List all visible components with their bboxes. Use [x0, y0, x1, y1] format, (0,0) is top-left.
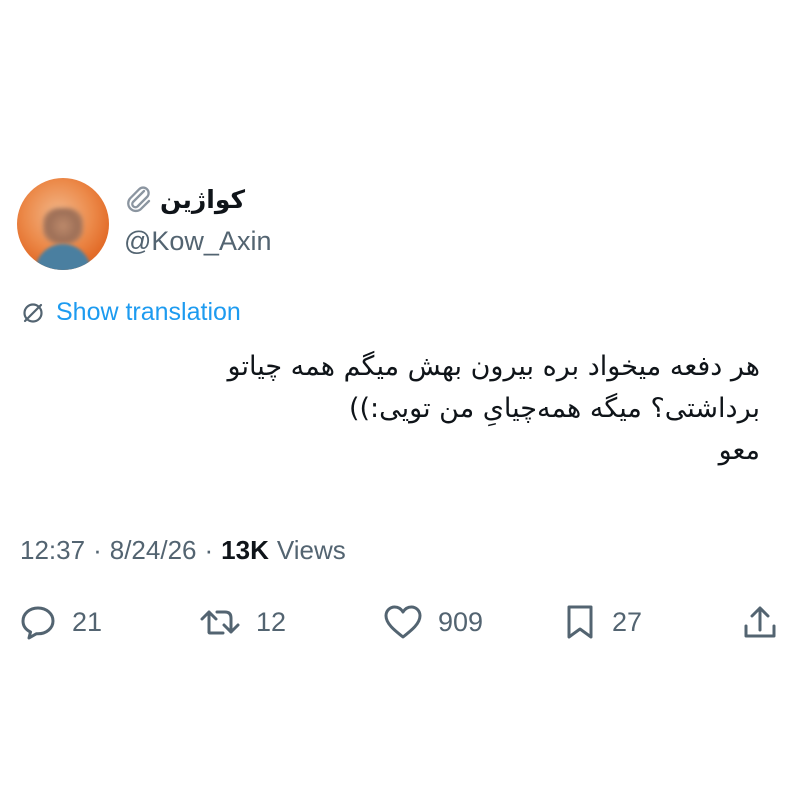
tweet-meta: 12:37 · 8/24/26 · 13K Views: [20, 535, 346, 566]
share-button[interactable]: [740, 600, 780, 644]
tweet-time[interactable]: 12:37: [20, 535, 85, 566]
meta-separator: ·: [93, 535, 102, 565]
show-translation-link[interactable]: Show translation: [20, 298, 241, 327]
reply-count: 21: [72, 606, 103, 637]
paperclip-icon: [127, 186, 151, 213]
heart-icon: [384, 605, 422, 639]
tweet-text-line: برداشتی؟ میگه همه‌چیایِ من تویی:)): [348, 393, 760, 424]
author-display-name[interactable]: کواژین: [160, 185, 245, 214]
share-icon: [744, 606, 776, 638]
meta-separator: ·: [204, 535, 214, 565]
like-button[interactable]: 909: [382, 600, 483, 644]
tweet-text-line: معو: [718, 435, 760, 466]
retweet-count: 12: [256, 606, 287, 637]
avatar-shirt: [35, 244, 91, 270]
tweet-date[interactable]: 8/24/26: [110, 535, 197, 566]
avatar-face-blurred: [43, 208, 83, 244]
views-count: 13K: [221, 535, 269, 565]
bookmark-button[interactable]: 27: [562, 600, 642, 644]
reply-button[interactable]: 21: [18, 600, 102, 644]
tweet-text-line: هر دفعه میخواد بره بیرون بهش میگم همه چی…: [227, 351, 760, 382]
author-handle[interactable]: @Kow_Axin: [124, 226, 271, 257]
retweet-icon: [200, 610, 240, 635]
retweet-button[interactable]: 12: [198, 600, 286, 644]
like-count: 909: [438, 606, 484, 637]
bookmark-count: 27: [612, 606, 643, 637]
tweet-card: کواژین @Kow_Axin Show translation هر دفع…: [0, 0, 800, 800]
action-bar: 21 12 909 27: [0, 600, 800, 644]
views-label: Views: [276, 535, 346, 565]
avatar[interactable]: [17, 178, 109, 270]
tweet-text: هر دفعه میخواد بره بیرون بهش میگم همه چی…: [60, 346, 760, 472]
reply-icon: [21, 606, 55, 640]
author-name-row[interactable]: کواژین: [124, 184, 245, 214]
translate-icon: [23, 302, 43, 323]
show-translation-label[interactable]: Show translation: [56, 298, 241, 327]
bookmark-icon: [567, 605, 593, 639]
